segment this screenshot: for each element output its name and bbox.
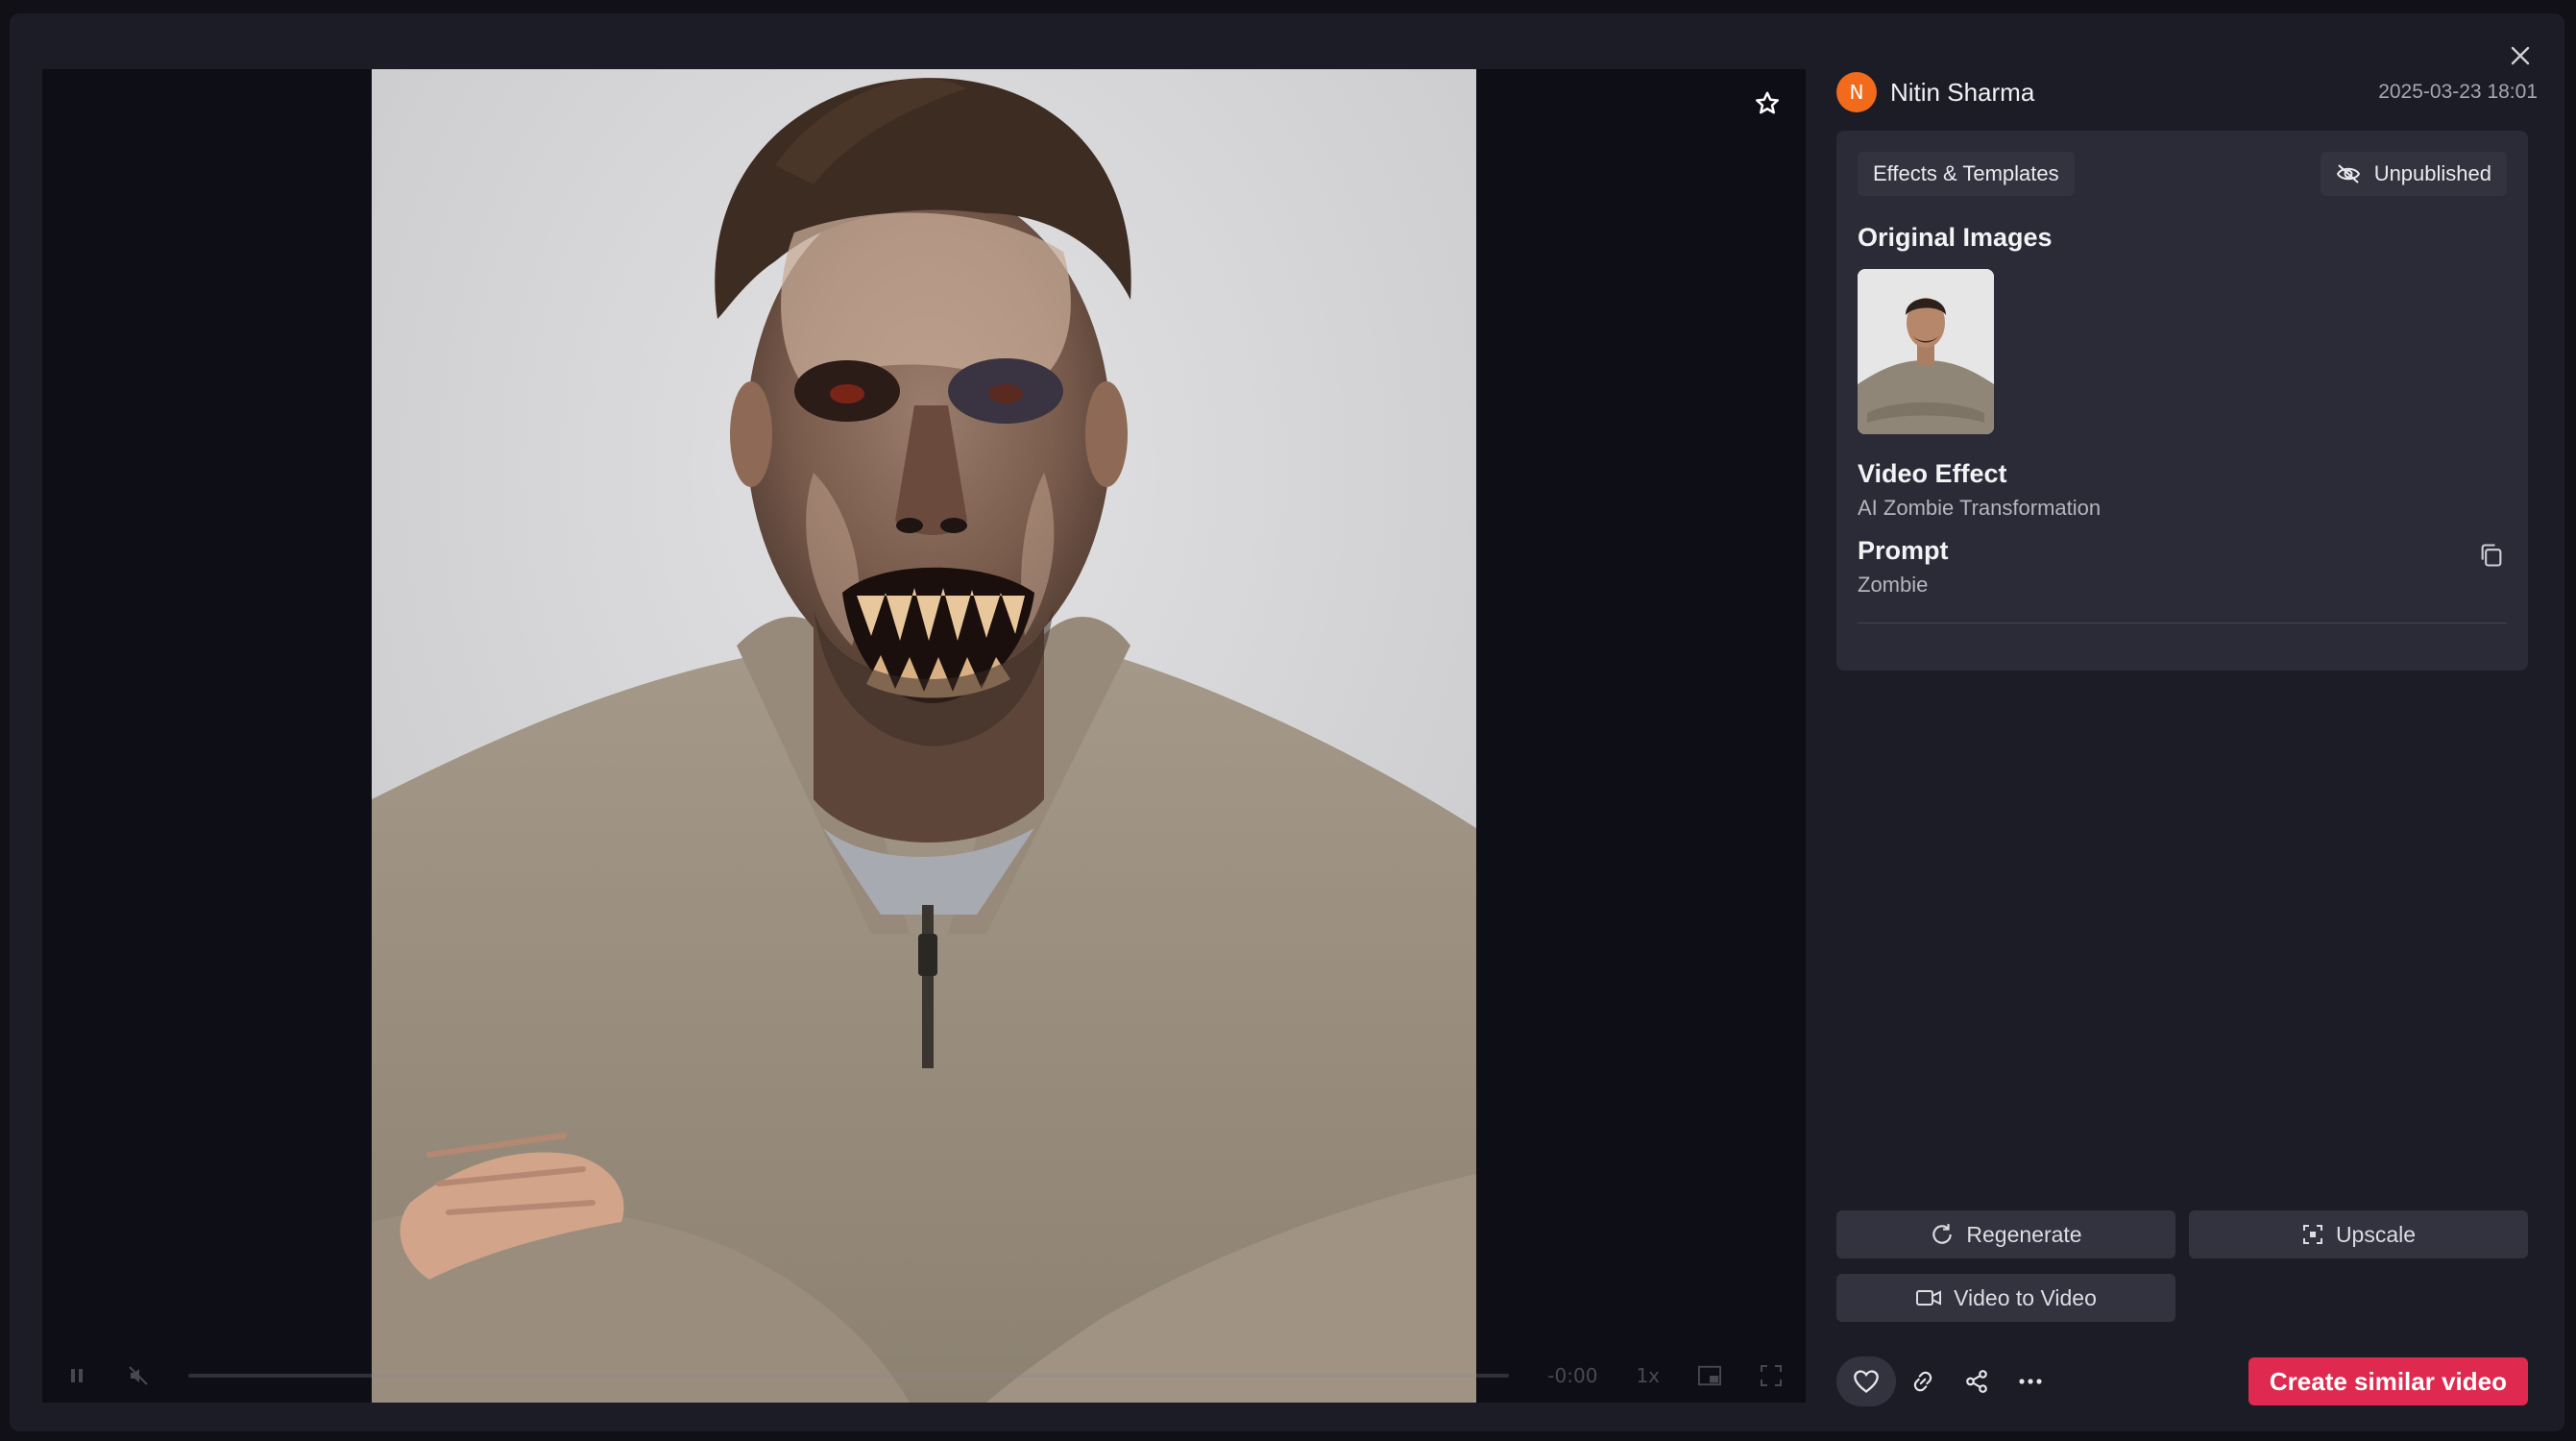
link-icon <box>1913 1371 1932 1392</box>
like-button[interactable] <box>1836 1356 1896 1406</box>
zombie-portrait-image <box>372 69 1476 1403</box>
author-name[interactable]: Nitin Sharma <box>1890 78 2034 108</box>
copy-link-button[interactable] <box>1896 1356 1950 1406</box>
original-image-thumbnail[interactable] <box>1858 269 1994 434</box>
mute-icon <box>129 1366 148 1385</box>
player-controls: -0:00 1x <box>42 1349 1806 1403</box>
upscale-icon <box>2302 1225 2322 1244</box>
author-row: N Nitin Sharma 2025-03-23 18:01 <box>1836 71 2538 113</box>
video-detail-modal: -0:00 1x N Nitin Sharma 2025-03-23 18:01… <box>10 13 2564 1431</box>
copy-prompt-button[interactable] <box>2474 538 2509 573</box>
video-to-video-button[interactable]: Video to Video <box>1836 1274 2175 1322</box>
avatar[interactable]: N <box>1836 72 1877 112</box>
category-chip[interactable]: Effects & Templates <box>1858 152 2075 196</box>
eye-off-icon <box>2336 164 2360 183</box>
heart-icon <box>1854 1370 1879 1393</box>
time-remaining: -0:00 <box>1547 1364 1598 1387</box>
copy-icon <box>2481 544 2502 567</box>
star-icon <box>1756 91 1779 114</box>
generation-info-card: Effects & Templates Unpublished Original… <box>1836 131 2528 671</box>
video-effect-title: Video Effect <box>1858 459 2007 488</box>
upscale-button[interactable]: Upscale <box>2189 1210 2528 1258</box>
pip-button[interactable] <box>1698 1364 1721 1387</box>
pause-icon <box>71 1369 83 1382</box>
visibility-chip-label: Unpublished <box>2373 161 2491 185</box>
upscale-label: Upscale <box>2335 1221 2417 1247</box>
regenerate-label: Regenerate <box>1966 1221 2082 1247</box>
prompt-title: Prompt <box>1858 536 1949 565</box>
more-icon <box>2019 1379 2042 1384</box>
video-to-video-label: Video to Video <box>1954 1284 2097 1310</box>
fullscreen-button[interactable] <box>1760 1364 1783 1387</box>
category-chip-label: Effects & Templates <box>1873 161 2059 185</box>
chip-row: Effects & Templates Unpublished <box>1858 152 2507 196</box>
bottom-action-bar: Create similar video <box>1836 1356 2528 1406</box>
playback-speed[interactable]: 1x <box>1636 1364 1660 1387</box>
video-effect-value: AI Zombie Transformation <box>1858 496 2102 520</box>
refresh-icon <box>1932 1224 1953 1244</box>
share-button[interactable] <box>1950 1356 2004 1406</box>
regenerate-button[interactable]: Regenerate <box>1836 1210 2175 1258</box>
more-button[interactable] <box>2004 1356 2057 1406</box>
prompt-value: Zombie <box>1858 573 1929 597</box>
mute-button[interactable] <box>127 1364 150 1387</box>
share-icon <box>1966 1370 1987 1393</box>
original-portrait-image <box>1858 269 1994 434</box>
details-panel: N Nitin Sharma 2025-03-23 18:01 Effects … <box>1836 63 2538 1408</box>
original-images-title: Original Images <box>1858 223 2053 252</box>
favorite-star-button[interactable] <box>1746 83 1788 125</box>
create-similar-video-button[interactable]: Create similar video <box>2248 1357 2528 1405</box>
video-icon <box>1916 1290 1942 1306</box>
action-row-1: Regenerate Upscale <box>1836 1210 2528 1258</box>
seek-bar[interactable] <box>188 1374 1510 1378</box>
created-timestamp: 2025-03-23 18:01 <box>2378 81 2538 103</box>
fullscreen-icon <box>1761 1365 1782 1386</box>
visibility-chip[interactable]: Unpublished <box>2320 152 2507 196</box>
pause-button[interactable] <box>65 1364 88 1387</box>
video-frame <box>372 69 1476 1403</box>
video-player[interactable]: -0:00 1x <box>42 69 1806 1403</box>
action-row-2: Video to Video <box>1836 1274 2528 1322</box>
pip-icon <box>1698 1365 1721 1386</box>
